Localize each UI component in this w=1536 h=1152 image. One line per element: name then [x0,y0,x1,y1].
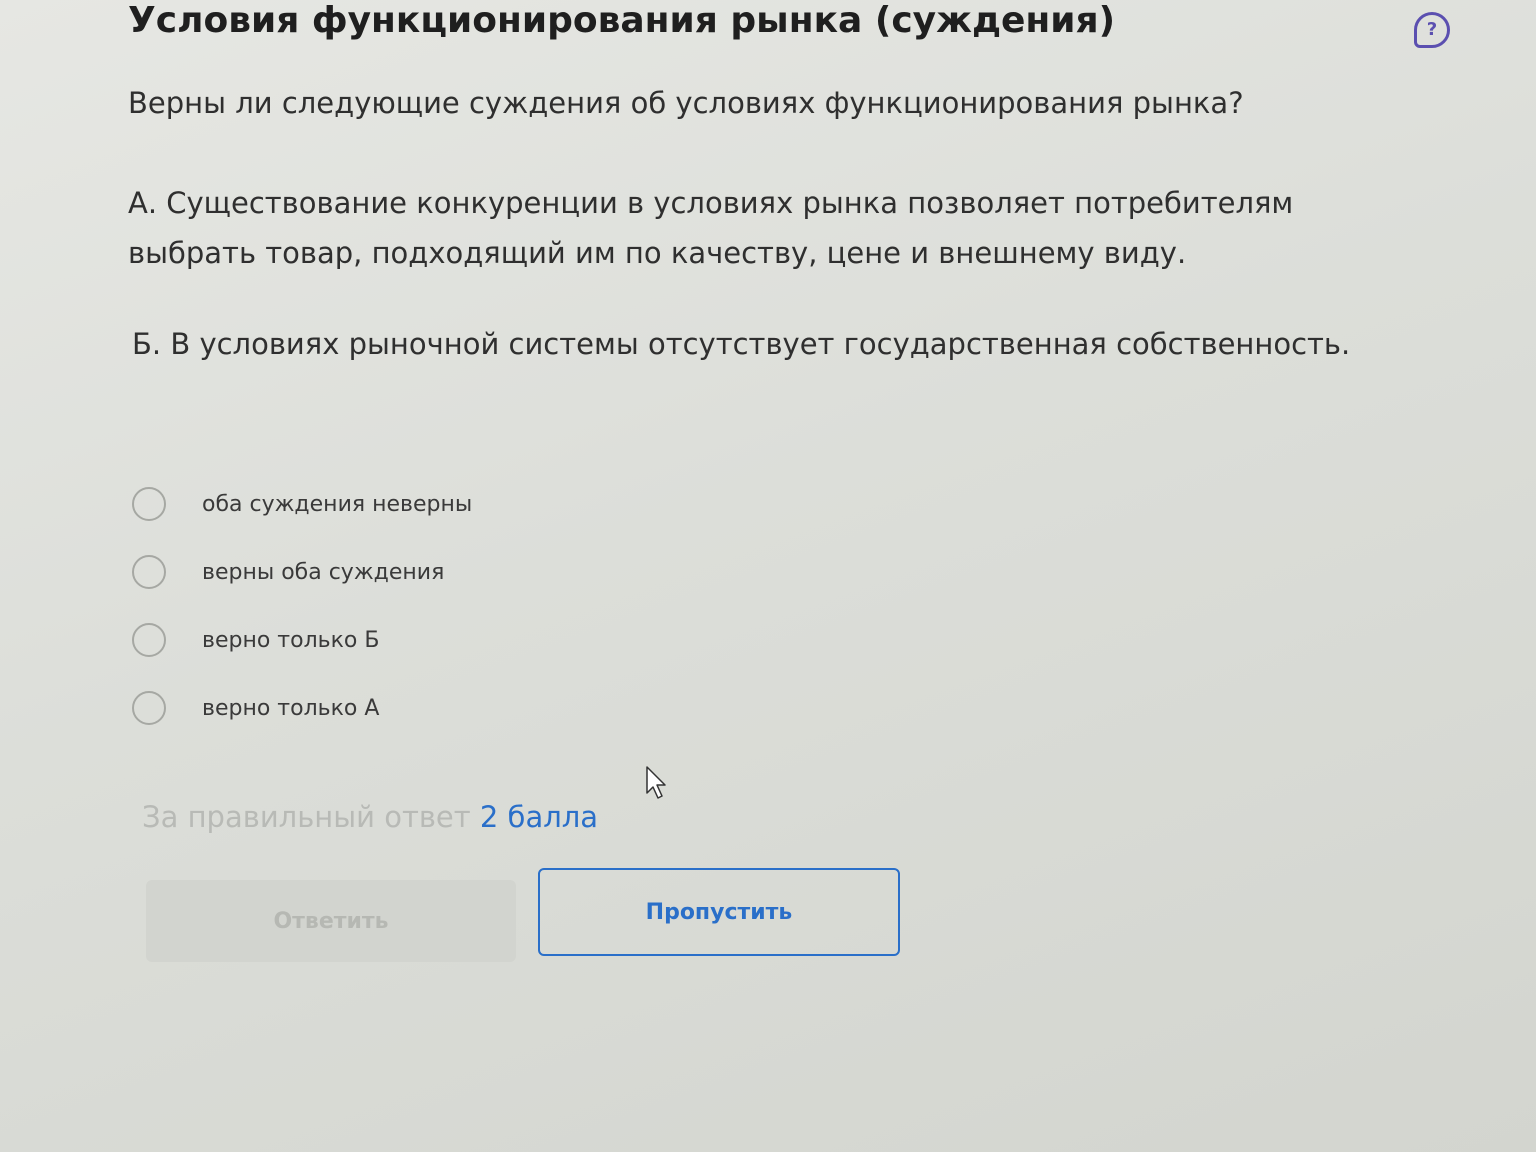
statement-b: Б. В условиях рыночной системы отсутству… [132,327,1351,361]
radio-button[interactable] [132,623,166,657]
answer-option[interactable]: верно только А [132,674,472,742]
mouse-pointer-icon [646,766,666,799]
score-prefix: За правильный ответ [142,800,471,834]
answer-option[interactable]: верны оба суждения [132,538,472,606]
option-label: оба суждения неверны [202,491,473,517]
page-title: Условия функционирования рынка (суждения… [128,0,1116,41]
question-bubble-icon[interactable]: ? [1414,12,1450,48]
score-info: За правильный ответ 2 балла [142,800,598,834]
answer-option[interactable]: оба суждения неверны [132,470,472,538]
score-value: 2 балла [479,800,599,834]
quiz-page: Условия функционирования рынка (суждения… [0,0,1536,1152]
radio-button[interactable] [132,487,166,521]
skip-button[interactable]: Пропустить [538,868,900,956]
question-text: Верны ли следующие суждения об условиях … [128,86,1244,120]
answer-button[interactable]: Ответить [146,880,516,962]
option-label: верно только Б [202,627,380,653]
option-label: верны оба суждения [202,559,445,585]
answer-option[interactable]: верно только Б [132,606,472,674]
radio-button[interactable] [132,691,166,725]
radio-button[interactable] [132,555,166,589]
statement-a: А. Существование конкуренции в условиях … [128,186,1294,270]
answer-options: оба суждения неверны верны оба суждения … [132,470,472,742]
option-label: верно только А [202,695,380,721]
